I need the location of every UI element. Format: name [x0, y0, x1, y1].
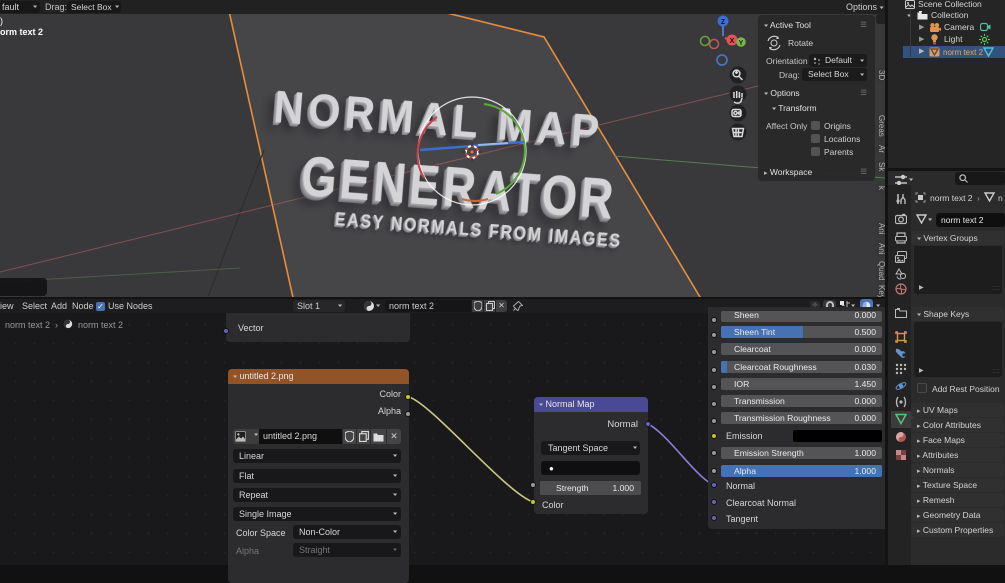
svg-text:Y: Y [739, 40, 744, 47]
svg-text:Z: Z [721, 19, 726, 26]
svg-text:X: X [730, 38, 735, 45]
